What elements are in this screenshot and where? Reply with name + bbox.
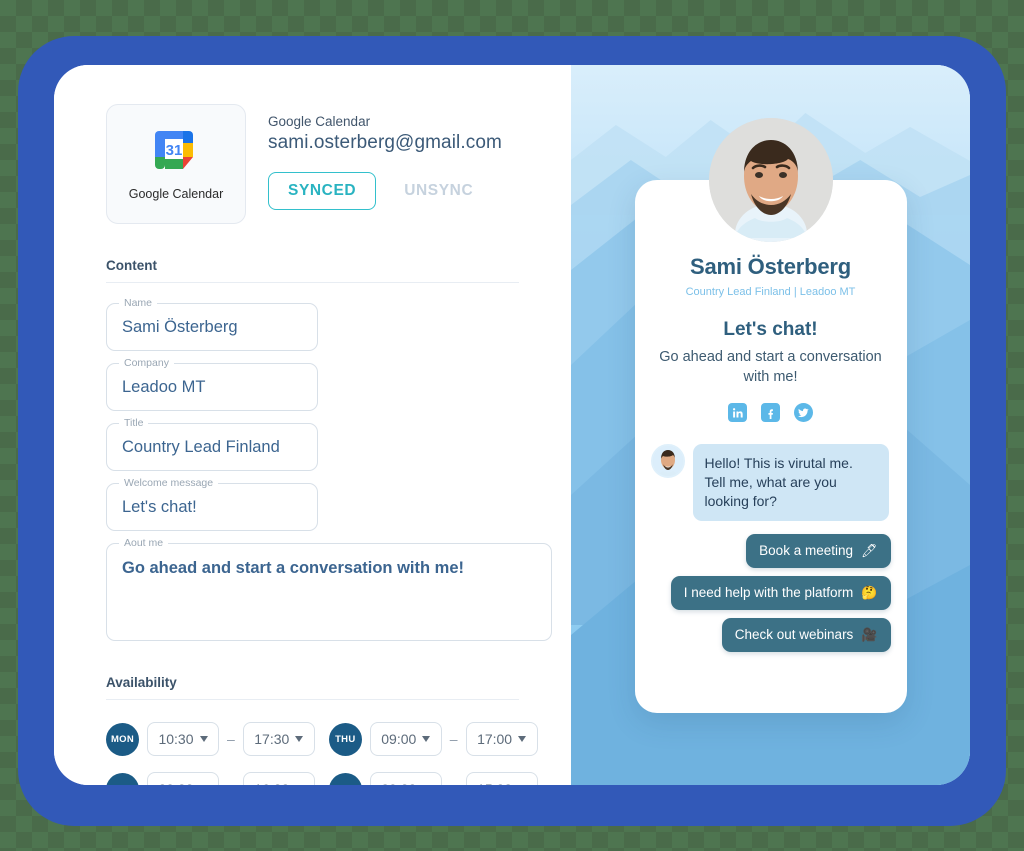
end-time-tue-value: 16:00 <box>254 781 289 785</box>
chat-messages: Hello! This is virutal me. Tell me, what… <box>650 444 891 652</box>
time-range-separator: – <box>227 731 235 747</box>
linkedin-icon[interactable] <box>728 403 747 423</box>
google-calendar-icon: 31 <box>151 127 201 177</box>
preview-description: Go ahead and start a conversation with m… <box>659 349 882 385</box>
day-badge-mon[interactable]: MON <box>106 722 139 756</box>
chat-preview-panel: Sami Österberg Country Lead Finland | Le… <box>571 65 970 785</box>
end-time-thu-value: 17:00 <box>477 731 513 747</box>
chevron-down-icon <box>422 736 431 742</box>
settings-panel: 31 Google Calendar Google Calendar sami.… <box>54 65 571 785</box>
availability-section: Availability MON 10:30 – 17:30 THU 09:00… <box>54 675 571 785</box>
name-field[interactable]: Name Sami Österberg <box>106 297 318 351</box>
end-time-thu[interactable]: 17:00 <box>465 722 538 756</box>
end-time-mon-value: 17:30 <box>254 731 290 747</box>
svg-text:31: 31 <box>166 142 183 159</box>
chevron-down-icon <box>295 736 304 742</box>
end-time-fri[interactable]: 15:00 <box>465 772 538 785</box>
preview-person-name: Sami Österberg <box>689 254 852 279</box>
end-time-mon[interactable]: 17:30 <box>242 722 315 756</box>
quick-reply-platform-help[interactable]: I need help with the platform 🤔 <box>670 575 891 610</box>
title-field[interactable]: Title Country Lead Finland <box>106 417 318 471</box>
social-links <box>651 403 891 423</box>
account-email: sami.osterberg@gmail.com <box>268 132 502 153</box>
preview-person-subtitle: Country Lead Finland | Leadoo MT <box>685 286 856 298</box>
movie-camera-icon: 🎥 <box>861 626 878 642</box>
device-frame: 31 Google Calendar Google Calendar sami.… <box>18 36 1006 826</box>
start-time-mon[interactable]: 10:30 <box>147 722 219 756</box>
synced-button[interactable]: SYNCED <box>268 172 377 210</box>
availability-row-thu: THU 09:00 – 17:00 <box>328 722 538 756</box>
about-me-field[interactable]: Aout me Go ahead and start a conversatio… <box>106 537 552 641</box>
welcome-message-field-label: Welcome message <box>119 477 219 489</box>
quick-replies: Book a meeting 🖊 I need help with the pl… <box>651 533 891 652</box>
start-time-thu-value: 09:00 <box>381 731 417 747</box>
google-calendar-card[interactable]: 31 Google Calendar <box>106 104 246 224</box>
availability-grid: MON 10:30 – 17:30 THU 09:00 – 17:00 <box>106 722 538 785</box>
title-field-label: Title <box>119 417 149 429</box>
company-field[interactable]: Company Leadoo MT <box>106 357 318 411</box>
end-time-fri-value: 15:00 <box>477 781 512 785</box>
incoming-message-row: Hello! This is virutal me. Tell me, what… <box>650 444 891 521</box>
start-time-thu[interactable]: 09:00 <box>369 722 442 756</box>
name-field-value: Sami Österberg <box>122 317 238 336</box>
company-field-label: Company <box>119 357 174 369</box>
message-avatar <box>650 444 685 479</box>
app-screen: 31 Google Calendar Google Calendar sami.… <box>54 65 970 785</box>
start-time-fri[interactable]: 09:00 <box>369 772 442 785</box>
content-fields: Name Sami Österberg Company Leadoo MT Ti… <box>106 297 519 531</box>
welcome-message-field[interactable]: Welcome message Let's chat! <box>106 477 318 531</box>
availability-divider <box>106 699 519 700</box>
avatar <box>708 118 833 242</box>
content-heading: Content <box>106 258 157 273</box>
day-badge-thu[interactable]: THU <box>328 722 362 756</box>
about-me-value: Go ahead and start a conversation with m… <box>122 559 464 577</box>
start-time-tue-value: 09:00 <box>158 781 193 785</box>
twitter-icon[interactable] <box>794 403 813 423</box>
availability-row-fri: FRI 09:00 – 15:00 <box>328 772 538 785</box>
availability-row-tue: TUE 09:00 – 16:00 <box>106 772 315 785</box>
start-time-fri-value: 09:00 <box>381 781 416 785</box>
chat-widget-card: Sami Österberg Country Lead Finland | Le… <box>634 118 907 713</box>
google-calendar-card-label: Google Calendar <box>128 187 224 201</box>
content-section: Content Name Sami Österberg Company Lead… <box>54 258 571 641</box>
welcome-message-field-value: Let's chat! <box>122 497 197 516</box>
facebook-icon[interactable] <box>761 403 780 423</box>
provider-name: Google Calendar <box>268 114 371 129</box>
availability-row-mon: MON 10:30 – 17:30 <box>106 722 315 756</box>
time-range-separator: – <box>227 781 235 785</box>
thinking-face-icon: 🤔 <box>861 584 878 600</box>
time-range-separator: – <box>449 731 458 747</box>
content-divider <box>106 282 519 283</box>
integration-row: 31 Google Calendar Google Calendar sami.… <box>54 104 571 224</box>
day-badge-tue[interactable]: TUE <box>106 772 139 785</box>
pen-icon: 🖊 <box>860 542 878 558</box>
unsync-button[interactable]: UNSYNC <box>398 181 479 201</box>
start-time-mon-value: 10:30 <box>158 731 194 747</box>
name-field-label: Name <box>119 297 158 309</box>
preview-greeting: Let's chat! <box>723 319 818 340</box>
sync-actions: SYNCED UNSYNC <box>268 172 502 210</box>
about-me-label: Aout me <box>119 537 169 549</box>
time-range-separator: – <box>450 781 458 785</box>
chevron-down-icon <box>518 736 527 742</box>
start-time-tue[interactable]: 09:00 <box>147 772 219 785</box>
availability-heading: Availability <box>106 675 177 690</box>
day-badge-fri[interactable]: FRI <box>328 772 362 785</box>
company-field-value: Leadoo MT <box>122 377 206 396</box>
quick-reply-book-a-meeting[interactable]: Book a meeting 🖊 <box>746 533 891 568</box>
end-time-tue[interactable]: 16:00 <box>242 772 315 785</box>
chevron-down-icon <box>199 736 208 742</box>
quick-reply-label: I need help with the platform <box>683 585 854 601</box>
quick-reply-label: Book a meeting <box>759 543 853 559</box>
integration-meta: Google Calendar sami.osterberg@gmail.com… <box>268 104 502 210</box>
title-field-value: Country Lead Finland <box>122 437 280 456</box>
quick-reply-label: Check out webinars <box>734 627 854 643</box>
incoming-message-bubble: Hello! This is virutal me. Tell me, what… <box>692 444 889 521</box>
quick-reply-webinars[interactable]: Check out webinars 🎥 <box>721 617 891 652</box>
